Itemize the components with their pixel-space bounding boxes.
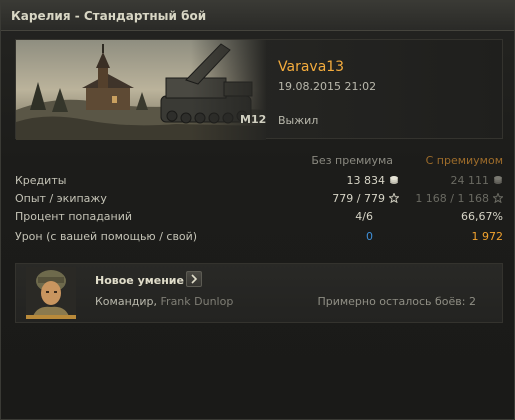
experience-star-icon xyxy=(493,193,503,203)
battles-remaining: Примерно осталось боёв: 2 xyxy=(317,295,476,308)
table-row-damage: Урон (с вашей помощью / свой) 0 1 972 xyxy=(15,227,503,247)
commander-portrait xyxy=(26,267,76,319)
own-damage: 1 972 xyxy=(471,230,504,243)
hit-percentage: 66,67% xyxy=(461,210,503,223)
assisted-damage: 0 xyxy=(366,230,373,243)
crew-member: Командир, Frank Dunlop xyxy=(95,295,233,308)
survival-status: Выжил xyxy=(278,114,319,127)
player-name: Varava13 xyxy=(278,59,345,75)
credits-premium: 24 111 xyxy=(450,174,490,187)
tank-name: M12 xyxy=(240,113,267,126)
credits-icon xyxy=(390,176,398,184)
table-row-hit-ratio: Процент попаданий 4/6 66,67% xyxy=(15,207,503,227)
experience-no-premium: 779 / 779 xyxy=(332,192,385,205)
row-label: Процент попаданий xyxy=(15,210,133,223)
credits-no-premium: 13 834 xyxy=(346,174,386,187)
column-header-premium: С премиумом xyxy=(425,154,503,167)
row-label: Урон (с вашей помощью / свой) xyxy=(15,230,198,243)
hits-count: 4/6 xyxy=(355,210,373,223)
column-header-no-premium: Без премиума xyxy=(311,154,393,167)
battle-datetime: 19.08.2015 21:02 xyxy=(278,80,377,93)
experience-premium: 1 168 / 1 168 xyxy=(415,192,489,205)
crew-role: Командир, xyxy=(95,295,158,308)
row-label: Кредиты xyxy=(15,174,67,187)
window-title: Карелия - Стандартный бой xyxy=(11,9,207,23)
new-skill-title: Новое умение xyxy=(95,274,184,287)
chevron-right-icon xyxy=(191,274,198,284)
table-row-credits: Кредиты 13 834 24 111 xyxy=(15,171,503,191)
new-skill-card: Новое умение Командир, Frank Dunlop Прим… xyxy=(15,263,503,323)
map-and-tank-image xyxy=(16,40,266,140)
crew-member-name: Frank Dunlop xyxy=(160,295,234,308)
experience-star-icon xyxy=(389,193,399,203)
battle-results-window: Карелия - Стандартный бой Varava13 19.08… xyxy=(0,0,515,420)
battle-summary-panel: Varava13 19.08.2015 21:02 M12 Выжил xyxy=(15,39,503,140)
credits-icon xyxy=(494,176,502,184)
row-label: Опыт / экипажу xyxy=(15,192,107,205)
open-skill-button[interactable] xyxy=(186,271,202,287)
table-row-experience: Опыт / экипажу 779 / 779 1 168 / 1 168 xyxy=(15,189,503,209)
window-titlebar[interactable]: Карелия - Стандартный бой xyxy=(1,1,514,31)
